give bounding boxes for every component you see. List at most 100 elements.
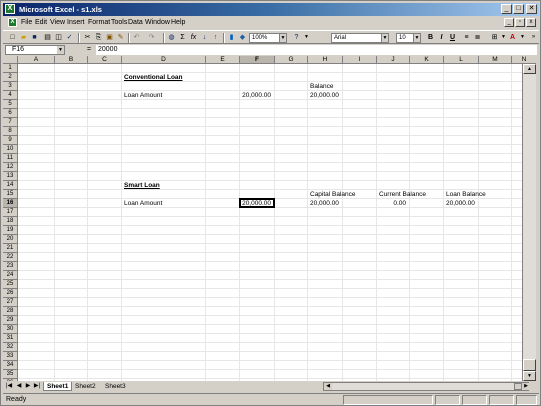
copy-icon[interactable]: ⎘ [94,33,103,42]
borders-icon[interactable]: ⊞ [490,33,499,42]
horizontal-scroll-thumb[interactable] [514,383,522,390]
column-header-a[interactable]: A [18,56,55,64]
cell-h15[interactable]: Capital Balance [310,190,356,199]
document-icon[interactable]: X [8,18,17,27]
format-painter-icon[interactable]: ✎ [116,33,125,42]
cut-icon[interactable]: ✂ [83,33,92,42]
menu-file[interactable]: File [21,18,32,28]
row-header-12[interactable]: 12 [3,163,18,172]
cell-h4[interactable]: 20,000.00 [310,91,339,100]
row-header-10[interactable]: 10 [3,145,18,154]
chevron-down-icon[interactable]: ▼ [518,33,527,42]
italic-button[interactable]: I [437,33,446,42]
row-header-15[interactable]: 15 [3,190,18,199]
row-header-7[interactable]: 7 [3,118,18,127]
row-header-23[interactable]: 23 [3,262,18,271]
cell-d14[interactable]: Smart Loan [124,181,160,190]
column-header-j[interactable]: J [377,56,410,64]
row-header-17[interactable]: 17 [3,208,18,217]
font-size-combo[interactable]: 10 ▼ [396,33,421,43]
undo-icon[interactable]: ↶ [132,33,141,42]
scroll-left-button[interactable]: ◀ [324,383,332,390]
prev-sheet-icon[interactable]: ◀ [15,382,23,391]
row-header-29[interactable]: 29 [3,316,18,325]
scroll-down-button[interactable]: ▼ [523,371,536,381]
row-header-27[interactable]: 27 [3,298,18,307]
save-icon[interactable]: ■ [30,33,39,42]
font-color-icon[interactable]: A [508,33,517,42]
scroll-thumb[interactable] [523,359,536,371]
menu-data[interactable]: Data [128,18,143,28]
font-name-combo[interactable]: Arial ▼ [331,33,389,43]
column-header-g[interactable]: G [275,56,308,64]
row-header-32[interactable]: 32 [3,343,18,352]
spelling-icon[interactable]: ✓ [65,33,74,42]
chevron-down-icon[interactable]: ▼ [57,46,64,54]
row-header-35[interactable]: 35 [3,370,18,379]
tab-sheet3[interactable]: Sheet3 [105,382,126,391]
chevron-down-icon[interactable]: ▼ [499,33,508,42]
drawing-icon[interactable]: ◆ [238,33,247,42]
chart-wizard-icon[interactable]: ▮ [227,33,236,42]
name-box[interactable]: F16 ▼ [5,45,65,55]
row-header-24[interactable]: 24 [3,271,18,280]
print-preview-icon[interactable]: ◫ [54,33,63,42]
row-header-28[interactable]: 28 [3,307,18,316]
align-left-icon[interactable]: ≡ [462,33,471,42]
menu-format[interactable]: Format [88,18,110,28]
column-header-k[interactable]: K [410,56,444,64]
formula-input[interactable]: 20000 [96,45,537,55]
first-sheet-icon[interactable]: |◀ [5,382,13,391]
row-header-9[interactable]: 9 [3,136,18,145]
menu-insert[interactable]: Insert [67,18,85,28]
open-icon[interactable]: ▰ [19,33,28,42]
cell-d4[interactable]: Loan Amount [124,91,162,100]
toolbar-options-icon[interactable]: » [529,33,538,42]
row-header-36[interactable]: 36 [3,379,18,381]
cell-j16[interactable]: 0.00 [377,199,406,208]
print-icon[interactable]: ▤ [43,33,52,42]
scroll-right-button[interactable]: ▶ [522,383,530,390]
cell-l16[interactable]: 20,000.00 [446,199,475,208]
cell-l15[interactable]: Loan Balance [446,190,486,199]
cell-h16[interactable]: 20,000.00 [310,199,339,208]
row-header-13[interactable]: 13 [3,172,18,181]
underline-button[interactable]: U [448,33,457,42]
close-button[interactable]: ✕ [526,4,537,14]
row-header-6[interactable]: 6 [3,109,18,118]
chevron-down-icon[interactable]: ▼ [413,34,420,42]
row-header-25[interactable]: 25 [3,280,18,289]
row-header-19[interactable]: 19 [3,226,18,235]
column-header-m[interactable]: M [479,56,512,64]
chevron-down-icon[interactable]: ▼ [302,33,311,42]
new-icon[interactable]: □ [8,33,17,42]
column-header-c[interactable]: C [88,56,122,64]
row-header-4[interactable]: 4 [3,91,18,100]
row-header-22[interactable]: 22 [3,253,18,262]
scroll-up-button[interactable]: ▲ [523,64,536,74]
menu-edit[interactable]: Edit [35,18,47,28]
row-header-1[interactable]: 1 [3,64,18,73]
redo-icon[interactable]: ↷ [147,33,156,42]
minimize-button[interactable]: _ [501,4,512,14]
column-header-n[interactable]: N [512,56,536,64]
column-header-i[interactable]: I [343,56,377,64]
column-header-b[interactable]: B [55,56,88,64]
cell-d2[interactable]: Conventional Loan [124,73,183,82]
maximize-button[interactable]: □ [513,4,524,14]
sort-ascending-icon[interactable]: ↓ [200,33,209,42]
row-header-21[interactable]: 21 [3,244,18,253]
menu-tools[interactable]: Tools [111,18,127,28]
vertical-scrollbar[interactable]: ▲ ▼ [522,64,536,381]
hyperlink-icon[interactable]: ◍ [167,33,176,42]
align-center-icon[interactable]: ≣ [473,33,482,42]
column-header-f[interactable]: F [240,56,275,64]
worksheet-grid[interactable]: ABCDEFGHIJKLMN 1 2 3 4 5 6 7 8 9 10 11 12 13 14 15 16 17… [3,56,536,381]
doc-restore-button[interactable]: ▫ [515,18,525,27]
sort-descending-icon[interactable]: ↑ [211,33,220,42]
last-sheet-icon[interactable]: ▶| [33,382,41,391]
cell-h3[interactable]: Balance [310,82,334,91]
column-header-d[interactable]: D [122,56,206,64]
row-header-26[interactable]: 26 [3,289,18,298]
row-header-31[interactable]: 31 [3,334,18,343]
